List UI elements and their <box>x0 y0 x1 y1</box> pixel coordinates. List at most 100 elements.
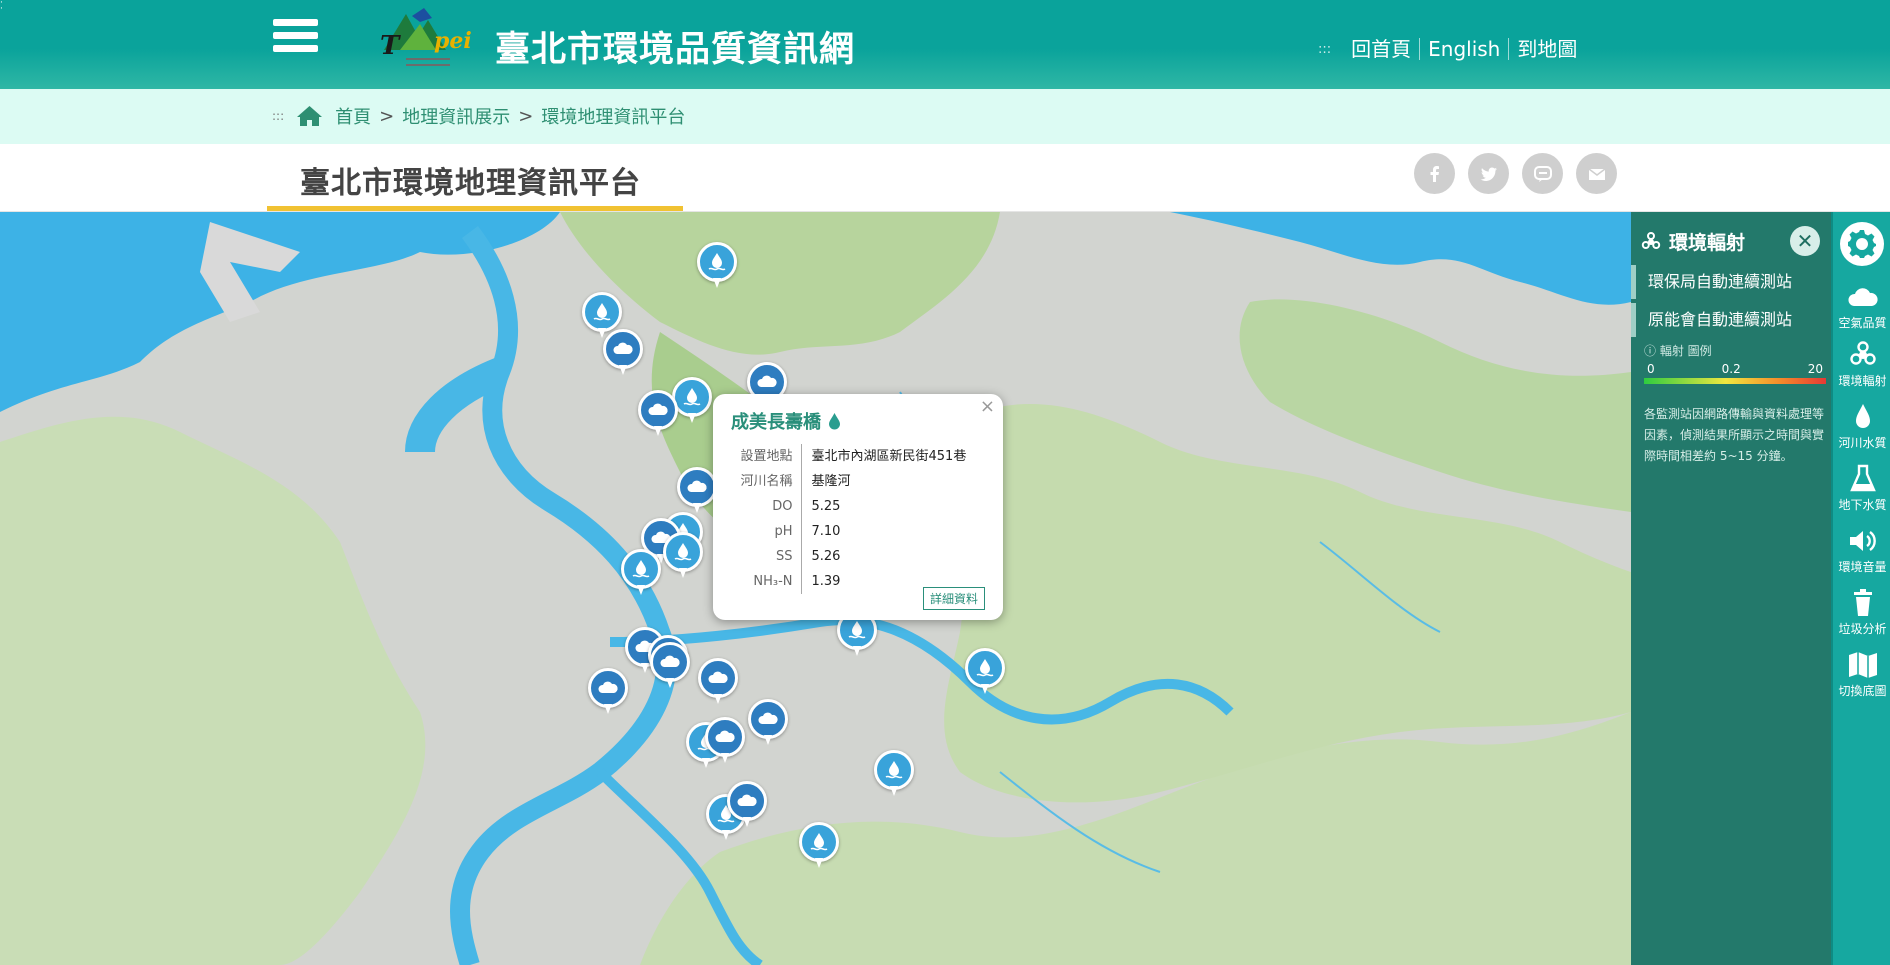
menu-icon[interactable] <box>273 19 318 59</box>
rail-label: 河川水質 <box>1838 436 1887 450</box>
home-link[interactable]: 回首頁 <box>1343 38 1421 60</box>
water-station-marker[interactable] <box>965 648 1005 696</box>
header-bar: · · T pei 臺北市環境品質資訊網 ::: 回首頁 English 到地圖 <box>0 0 1890 89</box>
row-value: 5.25 <box>811 499 841 514</box>
panel-item-epb-station[interactable]: 環保局自動連續測站 <box>1631 265 1831 299</box>
popup-close-button[interactable]: × <box>980 396 995 417</box>
cloud-icon <box>1847 288 1878 306</box>
rail-basemap[interactable]: 切換底圖 <box>1833 650 1890 699</box>
breadcrumb-separator: > <box>518 105 534 127</box>
rail-groundwater[interactable]: 地下水質 <box>1833 464 1890 513</box>
panel-title: 環境輻射 <box>1669 232 1746 254</box>
site-title[interactable]: 臺北市環境品質資訊網 <box>495 21 855 72</box>
rail-label: 地下水質 <box>1838 498 1887 512</box>
scale-min: 0 <box>1647 362 1655 376</box>
table-row: SS 5.26 <box>731 544 966 569</box>
row-value: 基隆河 <box>811 474 851 489</box>
breadcrumb-home[interactable]: 首頁 <box>335 103 371 129</box>
station-data-table: 設置地點 臺北市內湖區新民街451巷 河川名稱 基隆河 DO 5.25 pH 7.10 … <box>731 444 966 594</box>
air-station-marker[interactable] <box>748 699 788 747</box>
scale-mid: 0.2 <box>1721 362 1741 376</box>
air-station-marker[interactable] <box>698 658 738 706</box>
air-station-marker[interactable] <box>638 390 678 438</box>
breadcrumb-bar: ::: 首頁 > 地理資訊展示 > 環境地理資訊平台 <box>0 89 1890 144</box>
email-icon[interactable] <box>1576 153 1617 194</box>
water-station-marker[interactable] <box>874 750 914 798</box>
info-icon: ⓘ <box>1644 344 1660 358</box>
rail-label: 垃圾分析 <box>1838 622 1887 636</box>
air-station-marker[interactable] <box>588 668 628 716</box>
table-row: pH 7.10 <box>731 519 966 544</box>
rail-radiation[interactable]: 環境輻射 <box>1833 340 1890 389</box>
row-value: 臺北市內湖區新民街451巷 <box>811 449 967 464</box>
map-canvas[interactable]: × 成美長壽橋 設置地點 臺北市內湖區新民街451巷 河川名稱 基隆河 DO 5.25… <box>0 212 1631 965</box>
legend-scale-labels: 0 0.2 20 <box>1647 362 1823 376</box>
rail-label: 環境輻射 <box>1838 374 1887 388</box>
air-station-marker[interactable] <box>603 329 643 377</box>
scale-max: 20 <box>1807 362 1823 376</box>
row-value: 5.26 <box>811 549 841 564</box>
accesskey-dots: ::: <box>1318 41 1332 57</box>
water-station-marker[interactable] <box>799 822 839 870</box>
popup-title: 成美長壽橋 <box>731 408 985 434</box>
table-row: 設置地點 臺北市內湖區新民街451巷 <box>731 444 966 469</box>
legend-label: 輻射 圖例 <box>1659 344 1712 358</box>
rail-river-water[interactable]: 河川水質 <box>1833 402 1890 451</box>
layer-panel: 環境輻射 ✕ 環保局自動連續測站 原能會自動連續測站 ⓘ 輻射 圖例 0 0.2… <box>1631 212 1831 965</box>
line-icon[interactable] <box>1522 153 1563 194</box>
station-name: 成美長壽橋 <box>731 412 821 433</box>
settings-gear-icon[interactable] <box>1840 222 1884 266</box>
rail-air-quality[interactable]: 空氣品質 <box>1833 282 1890 331</box>
rail-noise[interactable]: 環境音量 <box>1833 526 1890 575</box>
water-drop-icon <box>1855 404 1870 428</box>
row-key: SS <box>731 544 802 569</box>
station-popup: × 成美長壽橋 設置地點 臺北市內湖區新民街451巷 河川名稱 基隆河 DO 5.25… <box>713 394 1003 620</box>
legend-color-scale <box>1644 378 1826 384</box>
radiation-icon <box>1849 341 1876 365</box>
rail-garbage[interactable]: 垃圾分析 <box>1833 588 1890 637</box>
panel-header: 環境輻射 <box>1641 228 1745 255</box>
breadcrumb-geo[interactable]: 地理資訊展示 <box>402 103 510 129</box>
corner-dots: · · <box>0 0 3 14</box>
detail-button[interactable]: 詳細資料 <box>922 587 985 610</box>
legend-title: ⓘ 輻射 圖例 <box>1644 342 1712 359</box>
air-station-marker[interactable] <box>650 642 690 690</box>
air-station-marker[interactable] <box>727 781 767 829</box>
to-map-link[interactable]: 到地圖 <box>1509 38 1585 60</box>
row-key: 河川名稱 <box>731 469 802 494</box>
rail-label: 環境音量 <box>1838 560 1887 574</box>
rail-label: 切換底圖 <box>1838 684 1887 698</box>
panel-note: 各監測站因網路傳輸與資料處理等因素，偵測結果所顯示之時間與實際時間相差約 5~1… <box>1644 407 1825 463</box>
twitter-icon[interactable] <box>1468 153 1509 194</box>
top-links: ::: 回首頁 English 到地圖 <box>1318 38 1585 60</box>
water-station-marker[interactable] <box>663 532 703 580</box>
water-station-marker[interactable] <box>672 377 712 425</box>
trash-icon <box>1853 589 1872 616</box>
page-title: 臺北市環境地理資訊平台 <box>300 166 641 201</box>
map-icon <box>1848 652 1877 678</box>
row-key: NH₃-N <box>731 569 802 594</box>
english-link[interactable]: English <box>1420 38 1510 60</box>
row-key: pH <box>731 519 802 544</box>
row-key: DO <box>731 494 802 519</box>
breadcrumb-current[interactable]: 環境地理資訊平台 <box>541 103 685 129</box>
title-bar: 臺北市環境地理資訊平台 <box>0 144 1890 212</box>
speaker-icon <box>1849 531 1876 551</box>
radiation-icon <box>1641 231 1661 249</box>
home-icon[interactable] <box>296 105 323 127</box>
table-row: 河川名稱 基隆河 <box>731 469 966 494</box>
svg-text:T: T <box>380 31 401 61</box>
svg-text:pei: pei <box>434 28 472 54</box>
panel-close-button[interactable]: ✕ <box>1790 226 1820 256</box>
breadcrumb: ::: 首頁 > 地理資訊展示 > 環境地理資訊平台 <box>272 103 685 129</box>
breadcrumb-separator: > <box>379 105 395 127</box>
air-station-marker[interactable] <box>705 717 745 765</box>
accesskey-dots: ::: <box>272 109 285 123</box>
facebook-icon[interactable] <box>1414 153 1455 194</box>
air-station-marker[interactable] <box>677 467 717 515</box>
water-station-marker[interactable] <box>697 242 737 290</box>
layer-rail: 空氣品質 環境輻射 河川水質 地下水質 環境音量 垃圾分析 切換底圖 <box>1831 212 1890 965</box>
taipei-logo[interactable]: T pei <box>376 6 480 80</box>
panel-item-aec-station[interactable]: 原能會自動連續測站 <box>1631 303 1831 337</box>
water-station-marker[interactable] <box>621 549 661 597</box>
